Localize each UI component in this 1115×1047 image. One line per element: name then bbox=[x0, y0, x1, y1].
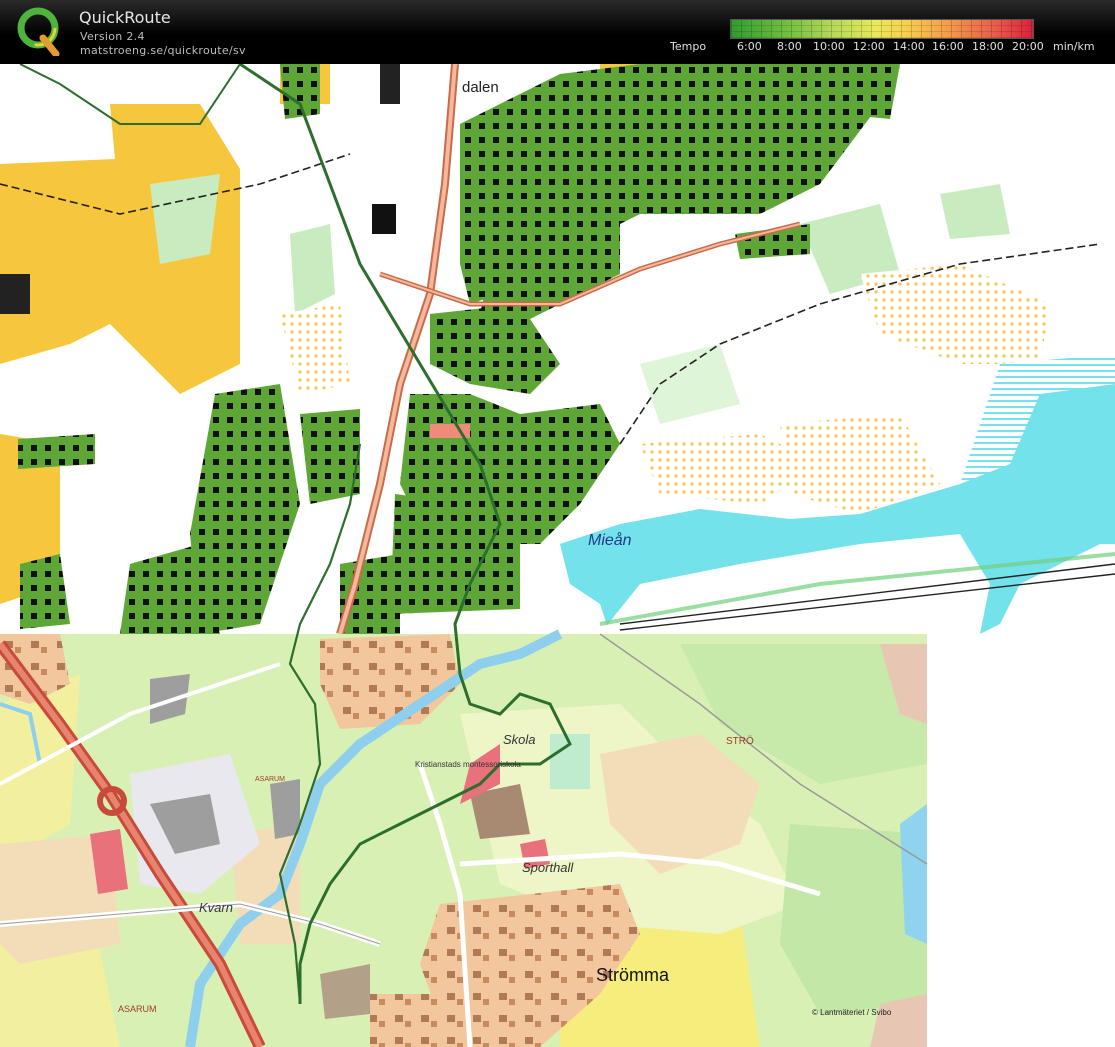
app-version: Version 2.4 bbox=[80, 30, 145, 43]
tempo-tick: 8:00 bbox=[777, 40, 802, 53]
tempo-tick: 18:00 bbox=[972, 40, 1004, 53]
map-label-dalen: dalen bbox=[462, 79, 499, 96]
tempo-tick: 16:00 bbox=[932, 40, 964, 53]
map-view[interactable]: dalen Mieån Skola Kristianstads montesso… bbox=[0, 64, 1115, 1047]
map-label-asarum-top: ASARUM bbox=[255, 776, 285, 783]
app-title: QuickRoute bbox=[79, 8, 171, 27]
tempo-color-scale bbox=[730, 19, 1034, 39]
map-canvas bbox=[0, 64, 1115, 1047]
map-label-asarum-bottom: ASARUM bbox=[118, 1004, 157, 1014]
topographic-map bbox=[0, 629, 928, 1047]
map-label-skola: Skola bbox=[503, 732, 536, 747]
map-label-montessoriskola: Kristianstads montessoriskola bbox=[415, 760, 521, 769]
tempo-label: Tempo bbox=[670, 40, 707, 53]
map-label-sporthall: Sporthall bbox=[522, 860, 574, 875]
tempo-tick: 12:00 bbox=[853, 40, 885, 53]
tempo-unit: min/km bbox=[1053, 40, 1095, 53]
app-header: QuickRoute Version 2.4 matstroeng.se/qui… bbox=[0, 0, 1115, 64]
map-copyright: © Lantmäteriet / Svibo bbox=[812, 1008, 892, 1017]
map-label-stro: STRÖ bbox=[726, 736, 754, 747]
map-label-miean: Mieån bbox=[588, 532, 632, 549]
tempo-tick: 14:00 bbox=[893, 40, 925, 53]
tempo-tick: 6:00 bbox=[737, 40, 762, 53]
orienteering-map bbox=[0, 64, 1115, 636]
quickroute-logo-icon bbox=[17, 7, 60, 56]
tempo-tick: 20:00 bbox=[1012, 40, 1044, 53]
tempo-tick: 10:00 bbox=[813, 40, 845, 53]
map-label-stromma: Strömma bbox=[596, 965, 670, 985]
map-label-kvarn: Kvarn bbox=[199, 900, 233, 915]
app-url: matstroeng.se/quickroute/sv bbox=[80, 44, 246, 57]
